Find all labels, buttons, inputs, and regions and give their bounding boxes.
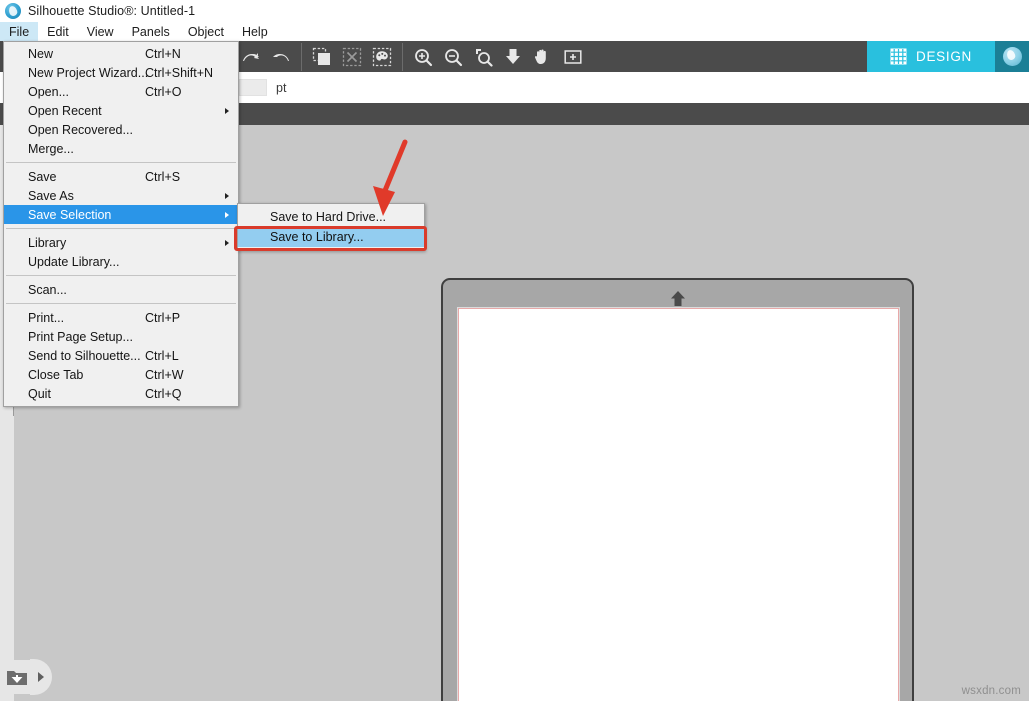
library-button[interactable] [0,660,34,694]
menu-item-label: Print Page Setup... [28,329,133,344]
menu-item-label: Library [28,235,67,250]
menu-separator [6,228,236,229]
menu-item-print[interactable]: Print... Ctrl+P [4,308,238,327]
menu-item-send-to-silhouette[interactable]: Send to Silhouette... Ctrl+L [4,346,238,365]
menu-file[interactable]: File [0,22,39,41]
undo-icon[interactable] [236,42,266,72]
menu-item-update-library[interactable]: Update Library... [4,252,238,271]
tab-design-label: DESIGN [916,49,972,64]
submenu-caret-icon [225,107,229,114]
silhouette-logo-icon [5,3,21,19]
menu-item-open[interactable]: Open... Ctrl+O [4,82,238,101]
menu-item-quit[interactable]: Quit Ctrl+Q [4,384,238,403]
tab-design[interactable]: DESIGN [867,41,995,72]
toolbar-divider [402,42,403,71]
menu-view[interactable]: View [78,22,123,41]
tab-store[interactable] [995,41,1029,72]
menu-item-label: Save Selection [28,207,112,222]
library-folder-download-icon [7,670,27,685]
menu-item-label: Save As [28,188,74,203]
menu-help[interactable]: Help [233,22,277,41]
cutting-mat[interactable] [441,278,914,701]
menu-item-label: Print... [28,310,65,325]
menu-item-label: Open... [28,84,69,99]
mat-load-arrow-icon [666,289,690,309]
menu-item-shortcut: Ctrl+P [145,310,181,325]
menu-item-label: Merge... [28,141,74,156]
menu-item-label: Save to Library... [270,230,364,244]
menu-item-open-recent[interactable]: Open Recent [4,101,238,120]
menu-item-label: Save to Hard Drive... [270,210,387,224]
zoom-in-icon[interactable] [408,42,438,72]
menu-item-label: Open Recovered... [28,122,133,137]
menu-item-label: Close Tab [28,367,84,382]
menu-item-print-page-setup[interactable]: Print Page Setup... [4,327,238,346]
menu-item-shortcut: Ctrl+L [145,348,179,363]
zoom-selection-icon[interactable] [468,42,498,72]
menu-separator [6,162,236,163]
menu-item-label: Open Recent [28,103,102,118]
menu-item-save-selection[interactable]: Save Selection [4,205,238,224]
add-view-icon[interactable] [558,42,588,72]
fill-color-icon[interactable] [367,42,397,72]
menu-item-label: Send to Silhouette... [28,348,141,363]
application-window: Silhouette Studio®: Untitled-1 File Edit… [0,0,1029,701]
zoom-out-icon[interactable] [438,42,468,72]
watermark: wsxdn.com [961,685,1021,697]
design-page[interactable] [458,308,899,701]
file-menu-panel[interactable]: New Ctrl+N New Project Wizard... Ctrl+Sh… [3,41,239,407]
menu-item-shortcut: Ctrl+Shift+N [145,65,214,80]
menu-separator [6,275,236,276]
menu-item-save[interactable]: Save Ctrl+S [4,167,238,186]
submenu-caret-icon [225,192,229,199]
menu-item-label: Quit [28,386,51,401]
silhouette-logo-icon [1002,47,1022,66]
menu-object[interactable]: Object [179,22,233,41]
menu-item-save-as[interactable]: Save As [4,186,238,205]
duplicate-icon[interactable] [307,42,337,72]
menu-separator [6,303,236,304]
pan-hand-icon[interactable] [528,42,558,72]
unit-label: pt [276,80,287,95]
menu-item-label: Update Library... [28,254,120,269]
menu-item-label: Save [28,169,57,184]
menu-item-shortcut: Ctrl+N [145,46,181,61]
menu-item-label: New [28,46,54,61]
menu-item-merge[interactable]: Merge... [4,139,238,158]
menu-edit[interactable]: Edit [38,22,78,41]
menu-item-label: Scan... [28,282,67,297]
menu-item-scan[interactable]: Scan... [4,280,238,299]
redo-icon[interactable] [266,42,296,72]
menu-item-label: New Project Wizard... [28,65,149,80]
menu-item-shortcut: Ctrl+S [145,169,181,184]
fit-to-window-icon[interactable] [498,42,528,72]
title-bar: Silhouette Studio®: Untitled-1 [0,0,1029,22]
menu-bar: File Edit View Panels Object Help [0,22,1029,41]
menu-item-open-recovered[interactable]: Open Recovered... [4,120,238,139]
submenu-caret-icon [225,211,229,218]
annotation-red-arrow [370,138,420,223]
delete-icon[interactable] [337,42,367,72]
menu-item-close-tab[interactable]: Close Tab Ctrl+W [4,365,238,384]
menu-item-shortcut: Ctrl+W [145,367,184,382]
unit-value-field[interactable] [239,79,267,96]
grid-icon [890,48,907,65]
menu-item-new-project-wizard[interactable]: New Project Wizard... Ctrl+Shift+N [4,63,238,82]
menu-panels[interactable]: Panels [123,22,179,41]
menu-item-shortcut: Ctrl+O [145,84,182,99]
menu-item-shortcut: Ctrl+Q [145,386,182,401]
submenu-caret-icon [225,239,229,246]
toolbar-divider [301,42,302,71]
menu-item-save-to-library[interactable]: Save to Library... [238,227,424,247]
menu-item-new[interactable]: New Ctrl+N [4,44,238,63]
menu-item-library[interactable]: Library [4,233,238,252]
window-title: Silhouette Studio®: Untitled-1 [28,4,196,18]
expand-right-triangle-icon [38,672,44,682]
